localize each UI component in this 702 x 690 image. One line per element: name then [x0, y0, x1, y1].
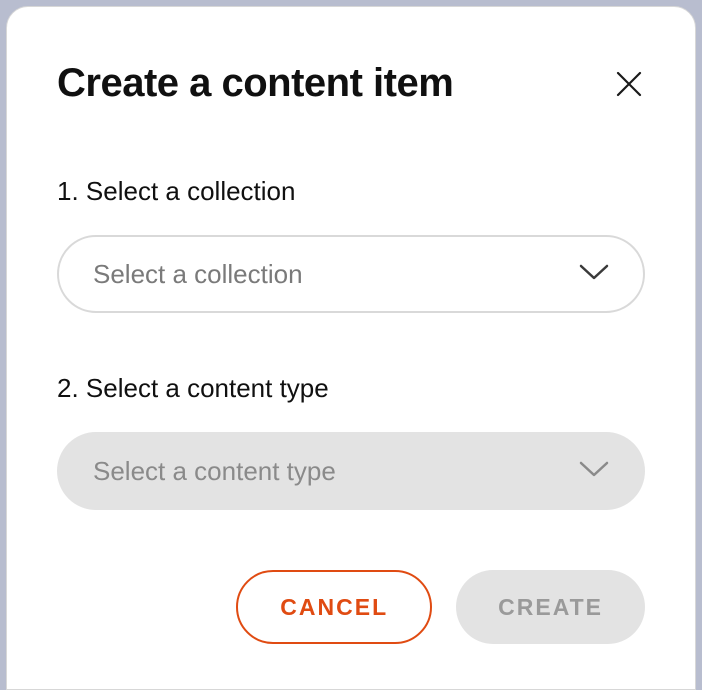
close-button[interactable]: [613, 68, 645, 100]
content-type-select-placeholder: Select a content type: [93, 456, 336, 487]
step1-label: 1. Select a collection: [57, 176, 645, 207]
close-icon: [615, 70, 643, 98]
modal-title: Create a content item: [57, 61, 453, 106]
create-content-item-modal: Create a content item 1. Select a collec…: [6, 6, 696, 690]
cancel-button[interactable]: CANCEL: [236, 570, 432, 644]
content-type-select: Select a content type: [57, 432, 645, 510]
chevron-down-icon: [579, 461, 609, 482]
collection-select[interactable]: Select a collection: [57, 235, 645, 313]
modal-header: Create a content item: [57, 61, 645, 106]
step2-label: 2. Select a content type: [57, 373, 645, 404]
chevron-down-icon: [579, 264, 609, 285]
modal-actions: CANCEL CREATE: [57, 570, 645, 644]
create-button: CREATE: [456, 570, 645, 644]
collection-select-placeholder: Select a collection: [93, 259, 303, 290]
